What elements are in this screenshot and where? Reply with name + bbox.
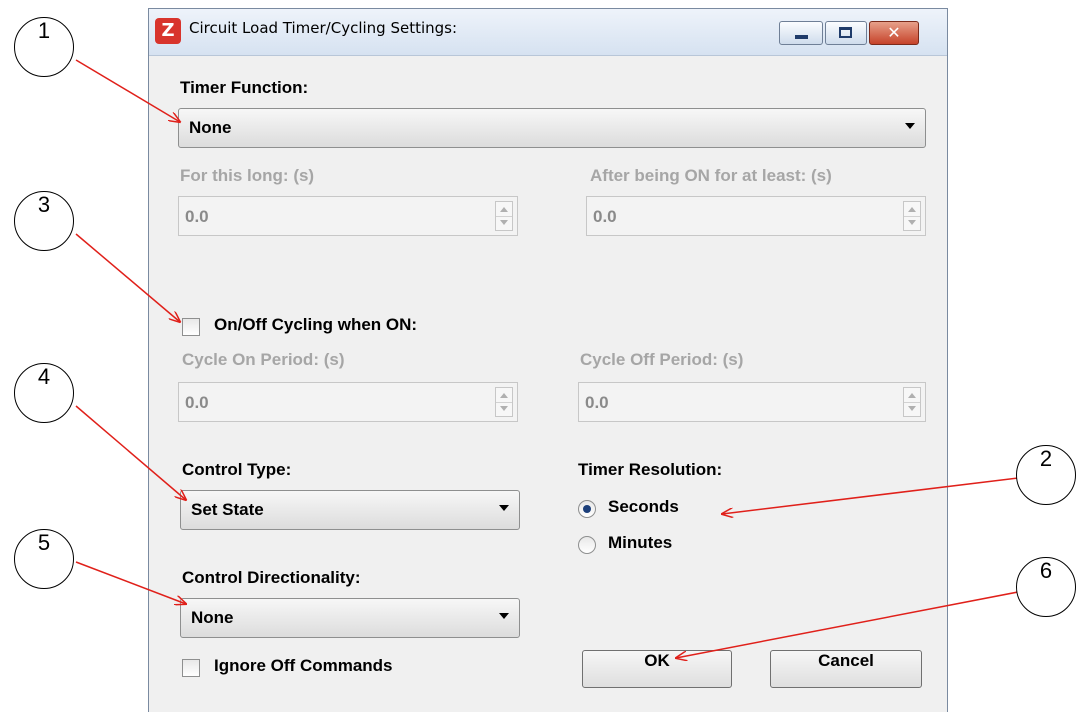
callout-arrow-4 — [75, 405, 186, 500]
callout-3: 3 — [14, 191, 74, 251]
callout-2: 2 — [1016, 445, 1076, 505]
callout-arrow-6 — [676, 591, 1019, 658]
callout-6: 6 — [1016, 557, 1076, 617]
callout-4: 4 — [14, 363, 74, 423]
callout-arrow-3 — [75, 233, 180, 322]
callout-5: 5 — [14, 529, 74, 589]
callout-arrows — [75, 59, 1019, 711]
callout-arrow-2 — [722, 477, 1019, 514]
callout-arrow-5 — [75, 561, 186, 604]
callout-arrow-1 — [75, 59, 180, 122]
callout-1: 1 — [14, 17, 74, 77]
